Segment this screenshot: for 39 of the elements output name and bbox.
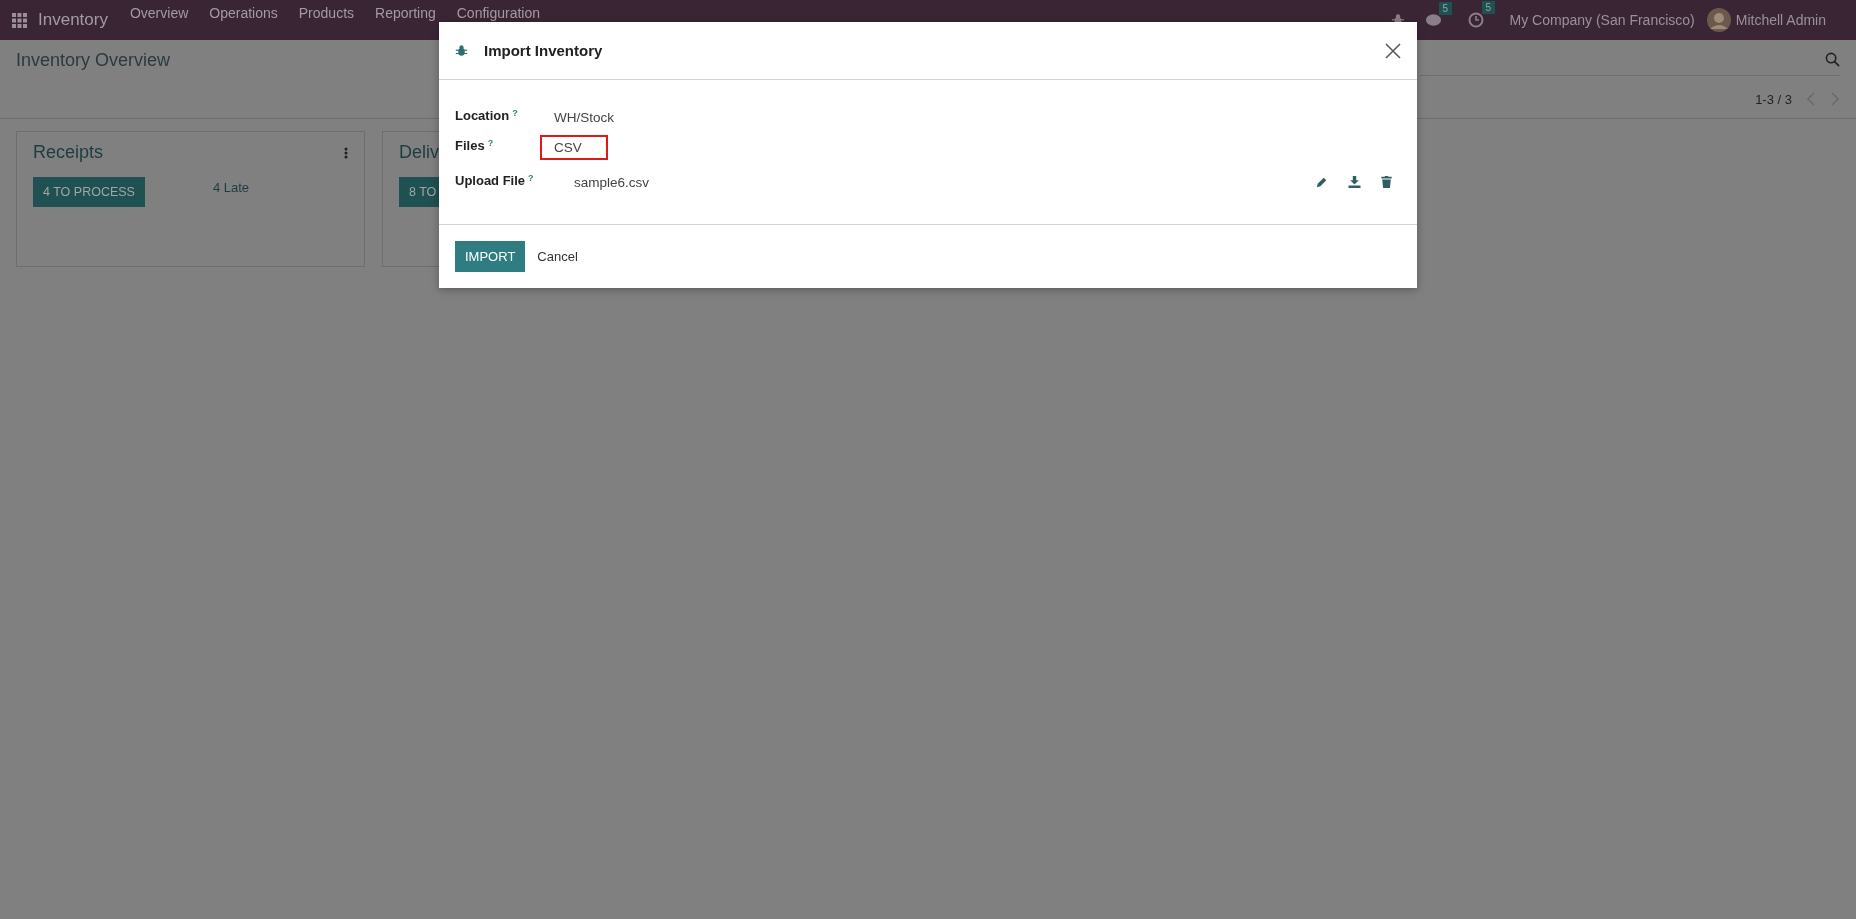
chat-icon[interactable] <box>1424 13 1442 27</box>
menu-item[interactable]: Reporting <box>375 5 436 21</box>
menu-item[interactable]: Operations <box>209 5 278 21</box>
late-link[interactable]: 4 Late <box>212 179 250 195</box>
company-switcher[interactable]: My Company (San Francisco) <box>1509 12 1695 28</box>
page-title: Inventory Overview <box>16 49 171 71</box>
avatar-icon[interactable] <box>1706 8 1731 32</box>
download-icon[interactable] <box>1348 176 1361 188</box>
search-icon[interactable] <box>1825 52 1840 67</box>
clock-icon[interactable] <box>1467 12 1484 28</box>
menu-item[interactable]: Overview <box>129 5 189 21</box>
close-icon[interactable] <box>1385 42 1401 59</box>
trash-icon[interactable] <box>1381 176 1392 188</box>
field-value: CSV <box>540 134 608 160</box>
field-label: Upload File <box>455 172 526 188</box>
import-button[interactable]: IMPORT <box>455 241 526 272</box>
user-menu[interactable]: Mitchell Admin <box>1735 12 1826 28</box>
help-icon[interactable]: ? <box>487 137 494 148</box>
menu-item[interactable]: Products <box>298 5 355 21</box>
card-title[interactable]: Deliv <box>399 142 439 163</box>
file-name: sample6.csv <box>573 173 651 192</box>
activity-count: 5 <box>1481 1 1496 14</box>
field-label: Files <box>455 137 485 153</box>
help-icon[interactable]: ? <box>512 107 518 118</box>
to-process-button[interactable]: 4 TO PROCESS <box>33 177 145 207</box>
message-count: 5 <box>1438 2 1453 15</box>
help-icon[interactable]: ? <box>528 172 534 183</box>
field-value: WH/Stock <box>553 108 615 127</box>
card-title[interactable]: Receipts <box>33 142 104 163</box>
pencil-icon[interactable] <box>1316 176 1328 188</box>
dialog-title: Import Inventory <box>484 42 604 59</box>
menu-item[interactable]: Configuration <box>456 5 540 21</box>
pager-value: 1-3 / 3 <box>1755 91 1792 107</box>
more-icon[interactable] <box>344 146 348 159</box>
field-label: Location <box>455 107 510 123</box>
bug-icon <box>455 44 468 57</box>
app-name[interactable]: Inventory <box>38 10 108 30</box>
app-grid-icon[interactable] <box>12 12 27 28</box>
cancel-button[interactable]: Cancel <box>531 249 584 264</box>
